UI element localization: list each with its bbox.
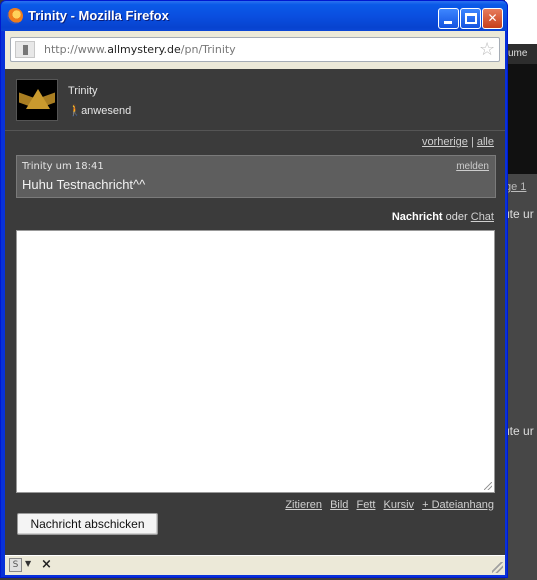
- url-path: /pn/Trinity: [180, 43, 236, 56]
- italic-button[interactable]: Kursiv: [384, 499, 415, 511]
- background-content-fragment: ge 1 ute ur: [503, 174, 537, 414]
- profile-name: Trinity: [68, 85, 98, 97]
- message-text: Huhu Testnachricht^^: [22, 177, 146, 192]
- formatting-toolbar: Zitieren Bild Fett Kursiv + Dateianhang: [280, 499, 494, 511]
- close-icon[interactable]: ×: [41, 557, 52, 572]
- url-prefix: http://www.: [44, 43, 108, 56]
- url-domain: allmystery.de: [107, 43, 181, 56]
- navigation-toolbar: http://www.allmystery.de/pn/Trinity ☆: [5, 31, 505, 69]
- image-button[interactable]: Bild: [330, 499, 348, 511]
- attachment-button[interactable]: + Dateianhang: [422, 499, 494, 511]
- addon-icon[interactable]: S: [9, 558, 22, 572]
- background-content-fragment-2: ute ur: [503, 414, 537, 580]
- bookmark-star-icon[interactable]: ☆: [479, 39, 495, 60]
- minimize-button[interactable]: [438, 8, 459, 29]
- message-item: Trinity um 18:41 melden Huhu Testnachric…: [16, 155, 496, 198]
- chevron-down-icon[interactable]: ▼: [25, 559, 31, 568]
- message-meta: Trinity um 18:41: [22, 161, 104, 172]
- walking-person-icon: 🚶: [68, 105, 82, 117]
- profile-status-label: anwesend: [81, 105, 132, 117]
- maximize-button[interactable]: [460, 8, 481, 29]
- site-identity-icon[interactable]: [15, 41, 35, 58]
- mode-chat-link[interactable]: Chat: [471, 211, 494, 223]
- avatar[interactable]: [16, 79, 58, 121]
- background-link-fragment[interactable]: ge 1: [505, 181, 526, 193]
- page-content: Trinity 🚶 anwesend vorherige | alle Trin…: [5, 69, 505, 555]
- profile-status: 🚶 anwesend: [68, 104, 131, 117]
- nav-separator: |: [470, 136, 474, 148]
- resize-grip-icon[interactable]: [484, 482, 492, 490]
- mode-or-label: oder: [445, 211, 468, 223]
- background-header-fragment: [505, 64, 537, 174]
- divider: [5, 130, 505, 131]
- background-page-top: [505, 0, 537, 44]
- background-nav-fragment: ume: [505, 44, 537, 64]
- previous-link[interactable]: vorherige: [422, 136, 468, 148]
- maximize-icon: [465, 13, 477, 24]
- firefox-icon[interactable]: [7, 8, 23, 24]
- url-text[interactable]: http://www.allmystery.de/pn/Trinity: [44, 43, 236, 56]
- send-message-button[interactable]: Nachricht abschicken: [17, 513, 158, 535]
- title-bar[interactable]: Trinity - Mozilla Firefox ✕: [1, 1, 507, 31]
- minimize-icon: [444, 21, 452, 24]
- triforce-icon: [26, 89, 50, 109]
- url-field[interactable]: http://www.allmystery.de/pn/Trinity ☆: [10, 37, 500, 62]
- message-navigation: vorherige | alle: [422, 136, 494, 148]
- window-title: Trinity - Mozilla Firefox: [28, 8, 169, 23]
- profile-header: Trinity 🚶 anwesend: [5, 69, 505, 130]
- mode-message-label: Nachricht: [391, 211, 443, 223]
- bold-button[interactable]: Fett: [356, 499, 375, 511]
- status-bar: S ▼ ×: [5, 555, 505, 575]
- message-input[interactable]: [16, 230, 495, 493]
- popup-window: Trinity - Mozilla Firefox ✕ http://www.a…: [0, 0, 508, 578]
- close-icon: ✕: [487, 11, 498, 25]
- quote-button[interactable]: Zitieren: [285, 499, 322, 511]
- report-link[interactable]: melden: [456, 161, 489, 172]
- all-link[interactable]: alle: [477, 136, 494, 148]
- close-button[interactable]: ✕: [482, 8, 503, 29]
- mode-switch: Nachricht oder Chat: [392, 211, 494, 223]
- window-resize-grip-icon[interactable]: [492, 562, 503, 573]
